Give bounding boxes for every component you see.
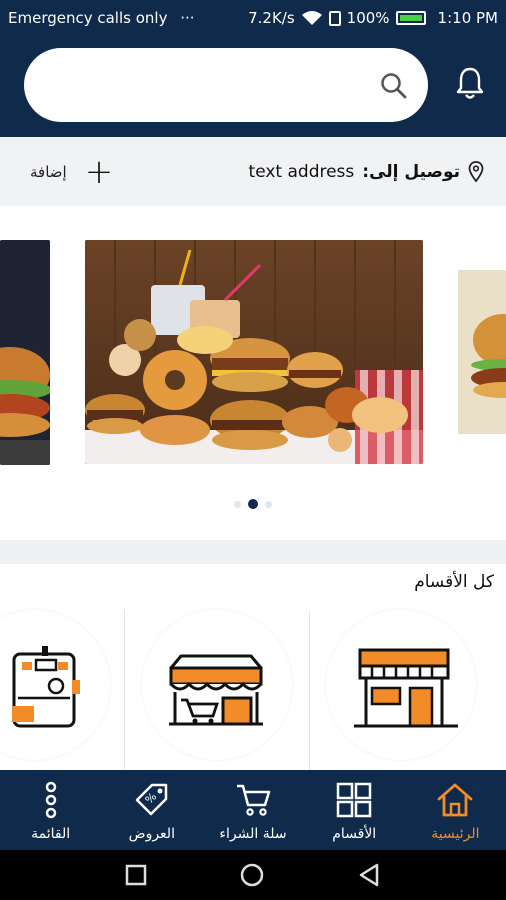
banner-slide-next[interactable] — [458, 270, 506, 434]
clock: 1:10 PM — [437, 9, 498, 27]
bottom-navigation: القائمة % العروض سلة الشراء الأقسام الرئ… — [0, 770, 506, 850]
banner-carousel[interactable] — [0, 206, 506, 540]
carousel-indicator — [0, 499, 506, 509]
recent-apps-icon[interactable] — [125, 864, 147, 886]
tag-icon: % — [135, 783, 168, 816]
category-card-appliances[interactable] — [0, 610, 124, 770]
nav-categories[interactable]: الأقسام — [304, 770, 405, 850]
carousel-dot[interactable] — [234, 500, 241, 508]
battery-percent: 100% — [346, 9, 390, 27]
plus-icon[interactable]: + — [85, 155, 114, 189]
network-speed: 7.2K/s — [248, 9, 295, 27]
sewing-machine-icon — [12, 646, 80, 728]
carousel-dot-active[interactable] — [248, 499, 258, 509]
location-pin-icon — [468, 160, 484, 182]
banner-slide-food[interactable] — [85, 240, 423, 464]
category-card-store[interactable] — [310, 610, 506, 770]
status-carrier: Emergency calls only ··· — [8, 9, 248, 27]
system-navigation-bar — [0, 850, 506, 900]
carrier-text: Emergency calls only — [8, 9, 168, 27]
grid-icon — [336, 782, 372, 818]
battery-icon — [395, 11, 426, 25]
nav-offers[interactable]: % العروض — [101, 770, 202, 850]
nav-menu[interactable]: القائمة — [0, 770, 101, 850]
carousel-dot[interactable] — [265, 500, 272, 508]
more-text: ··· — [180, 9, 195, 27]
banner-slide-previous[interactable] — [0, 240, 50, 465]
app-header — [0, 36, 506, 137]
status-bar: Emergency calls only ··· 7.2K/s 100% 1:1… — [0, 0, 506, 36]
search-icon[interactable] — [380, 72, 408, 100]
sim-icon — [328, 10, 341, 26]
bell-icon[interactable] — [456, 66, 484, 100]
section-divider — [0, 540, 506, 564]
categories-row — [0, 610, 506, 770]
dots-vertical-icon — [45, 781, 56, 819]
store-icon — [354, 648, 458, 728]
delivery-address-value: text address — [248, 161, 355, 182]
delivery-address[interactable]: توصيل إلى: text address — [248, 160, 484, 183]
nav-cart-label: سلة الشراء — [219, 826, 287, 842]
nav-menu-label: القائمة — [31, 826, 71, 842]
section-title: كل الأقسام — [414, 572, 494, 592]
add-address-label: إضافة — [30, 162, 67, 181]
nav-cart[interactable]: سلة الشراء — [202, 770, 303, 850]
nav-offers-label: العروض — [128, 826, 175, 842]
back-icon[interactable] — [357, 862, 381, 888]
search-input[interactable] — [24, 48, 428, 122]
nav-home[interactable]: الرئيسية — [405, 770, 506, 850]
nav-categories-label: الأقسام — [332, 826, 377, 842]
address-bar: إضافة + توصيل إلى: text address — [0, 137, 506, 206]
wifi-icon — [301, 11, 322, 25]
category-card-supermarket[interactable] — [125, 610, 309, 770]
nav-home-label: الرئيسية — [431, 826, 480, 842]
add-address-button[interactable]: إضافة + — [30, 155, 113, 189]
market-cart-icon — [169, 654, 263, 726]
cart-icon — [237, 784, 271, 816]
home-icon — [438, 783, 473, 817]
home-button-icon[interactable] — [239, 862, 265, 888]
delivery-label: توصيل إلى: — [362, 161, 460, 182]
